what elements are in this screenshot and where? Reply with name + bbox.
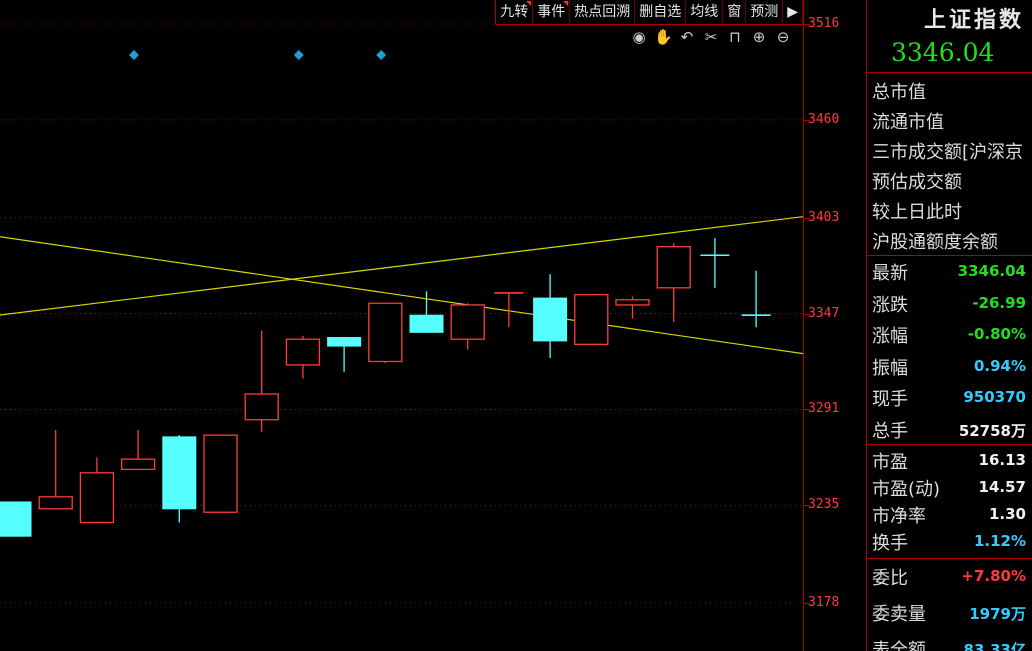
stat-label: 总手 [872, 420, 908, 442]
info-label: 较上日此时 [872, 202, 962, 223]
candle-body [38, 496, 73, 510]
event-button[interactable]: 事件 [533, 0, 571, 24]
stat-value: 0.94% [973, 356, 1026, 375]
axis-tick-label: 3178 [808, 595, 840, 611]
eye-icon[interactable]: ◉ [630, 28, 648, 46]
stat-label: 市盈(动) [872, 479, 941, 500]
candle-body [120, 458, 156, 471]
stat-value: 52758万 [958, 421, 1026, 440]
candle-body [533, 297, 568, 342]
hand-icon[interactable]: ✋ [654, 28, 673, 46]
stat-value: 14.57 [978, 478, 1026, 496]
stat-label: 委卖量 [872, 604, 926, 625]
stat-value: 950370 [963, 388, 1026, 406]
axis-tick-label: 3347 [808, 305, 840, 321]
index-title: 上证指数 [923, 7, 1024, 33]
candle-body [615, 299, 650, 306]
chart-toolbar: ◉ ✋ ↶ ✂ ⊓ ⊕ ⊖ [630, 28, 792, 46]
stat-label: 表全额 [872, 640, 926, 651]
event-marker [293, 50, 304, 60]
stat-label: 市盈 [872, 452, 908, 473]
stat-label: 现手 [872, 389, 908, 410]
zoom-out-icon[interactable]: ⊖ [774, 28, 792, 46]
stat-label: 振幅 [872, 357, 908, 379]
candle-body [327, 336, 362, 347]
event-marker [128, 50, 139, 60]
stat-label: 委比 [872, 568, 908, 589]
window-button[interactable]: 窗 [723, 0, 747, 24]
scissors-icon[interactable]: ✂ [702, 28, 720, 46]
stat-value: +7.80% [961, 567, 1026, 585]
axis-tick-label: 3516 [808, 15, 840, 31]
remove-watchlist-button[interactable]: 删自选 [635, 0, 687, 24]
candle-body [0, 501, 32, 537]
axis-tick-label: 3460 [808, 111, 840, 127]
stat-label: 换手 [872, 533, 908, 554]
candle-body [409, 314, 444, 333]
nine-turn-button[interactable]: 九转 [496, 0, 534, 24]
info-label: 流通市值 [872, 112, 944, 133]
stat-value: 3346.04 [957, 262, 1026, 280]
stat-value: 1979万 [969, 605, 1026, 623]
chart-canvas[interactable] [0, 0, 803, 651]
axis-tick-label: 3235 [808, 497, 840, 513]
candle-body [203, 434, 238, 513]
quote-panel: 上证指数 3346.04 总市值流通市值三市成交额[沪深京 预估成交额较上日此时沪… [867, 0, 1032, 651]
stat-value: 16.13 [978, 451, 1026, 469]
divider [867, 255, 1032, 256]
hot-trace-button[interactable]: 热点回溯 [570, 0, 636, 24]
ma-button[interactable]: 均线 [686, 0, 724, 24]
kline-chart[interactable]: ◉ ✋ ↶ ✂ ⊓ ⊕ ⊖ [0, 0, 803, 651]
info-label: 预估成交额 [872, 172, 962, 193]
divider [867, 72, 1032, 73]
lock-icon[interactable]: ⊓ [726, 28, 744, 46]
axis-tick-label: 3403 [808, 209, 840, 225]
event-marker [376, 50, 387, 60]
stat-label: 涨幅 [872, 326, 908, 347]
stat-value: 1.30 [988, 505, 1026, 523]
forecast-button[interactable]: 预测 [746, 0, 784, 24]
divider [867, 558, 1032, 559]
stat-label: 涨跌 [872, 294, 908, 316]
undo-icon[interactable]: ↶ [678, 28, 696, 46]
candle-body [244, 393, 279, 421]
info-label: 沪股通额度余额 [872, 232, 998, 253]
axis-tick-label: 3291 [808, 401, 840, 417]
top-toolbar: 九转 事件 热点回溯 删自选 均线窗预测 ▶ [495, 0, 803, 25]
stat-value: -26.99 [972, 293, 1026, 312]
candle-body [162, 436, 197, 510]
stat-value: -0.80% [967, 325, 1026, 343]
candle-body [574, 294, 609, 345]
candle-body [656, 246, 691, 289]
stat-value: 1.12% [973, 532, 1026, 550]
price-axis: 3516 3460 3403 3347 3291 3235 3178 [803, 0, 867, 651]
index-value: 3346.04 [891, 38, 995, 67]
stat-value: 83.33亿 [963, 641, 1026, 651]
divider [867, 444, 1032, 445]
collapse-panel-icon[interactable]: ▶ [783, 0, 803, 24]
info-label: 总市值 [872, 82, 926, 103]
stat-label: 市净率 [872, 506, 926, 527]
candle-body [79, 472, 115, 524]
candle-body [450, 304, 485, 340]
stat-label: 最新 [872, 263, 908, 284]
candle-body [285, 338, 321, 366]
info-label: 三市成交额[沪深京 [872, 142, 1024, 163]
zoom-in-icon[interactable]: ⊕ [750, 28, 768, 46]
candle-body [368, 302, 403, 363]
